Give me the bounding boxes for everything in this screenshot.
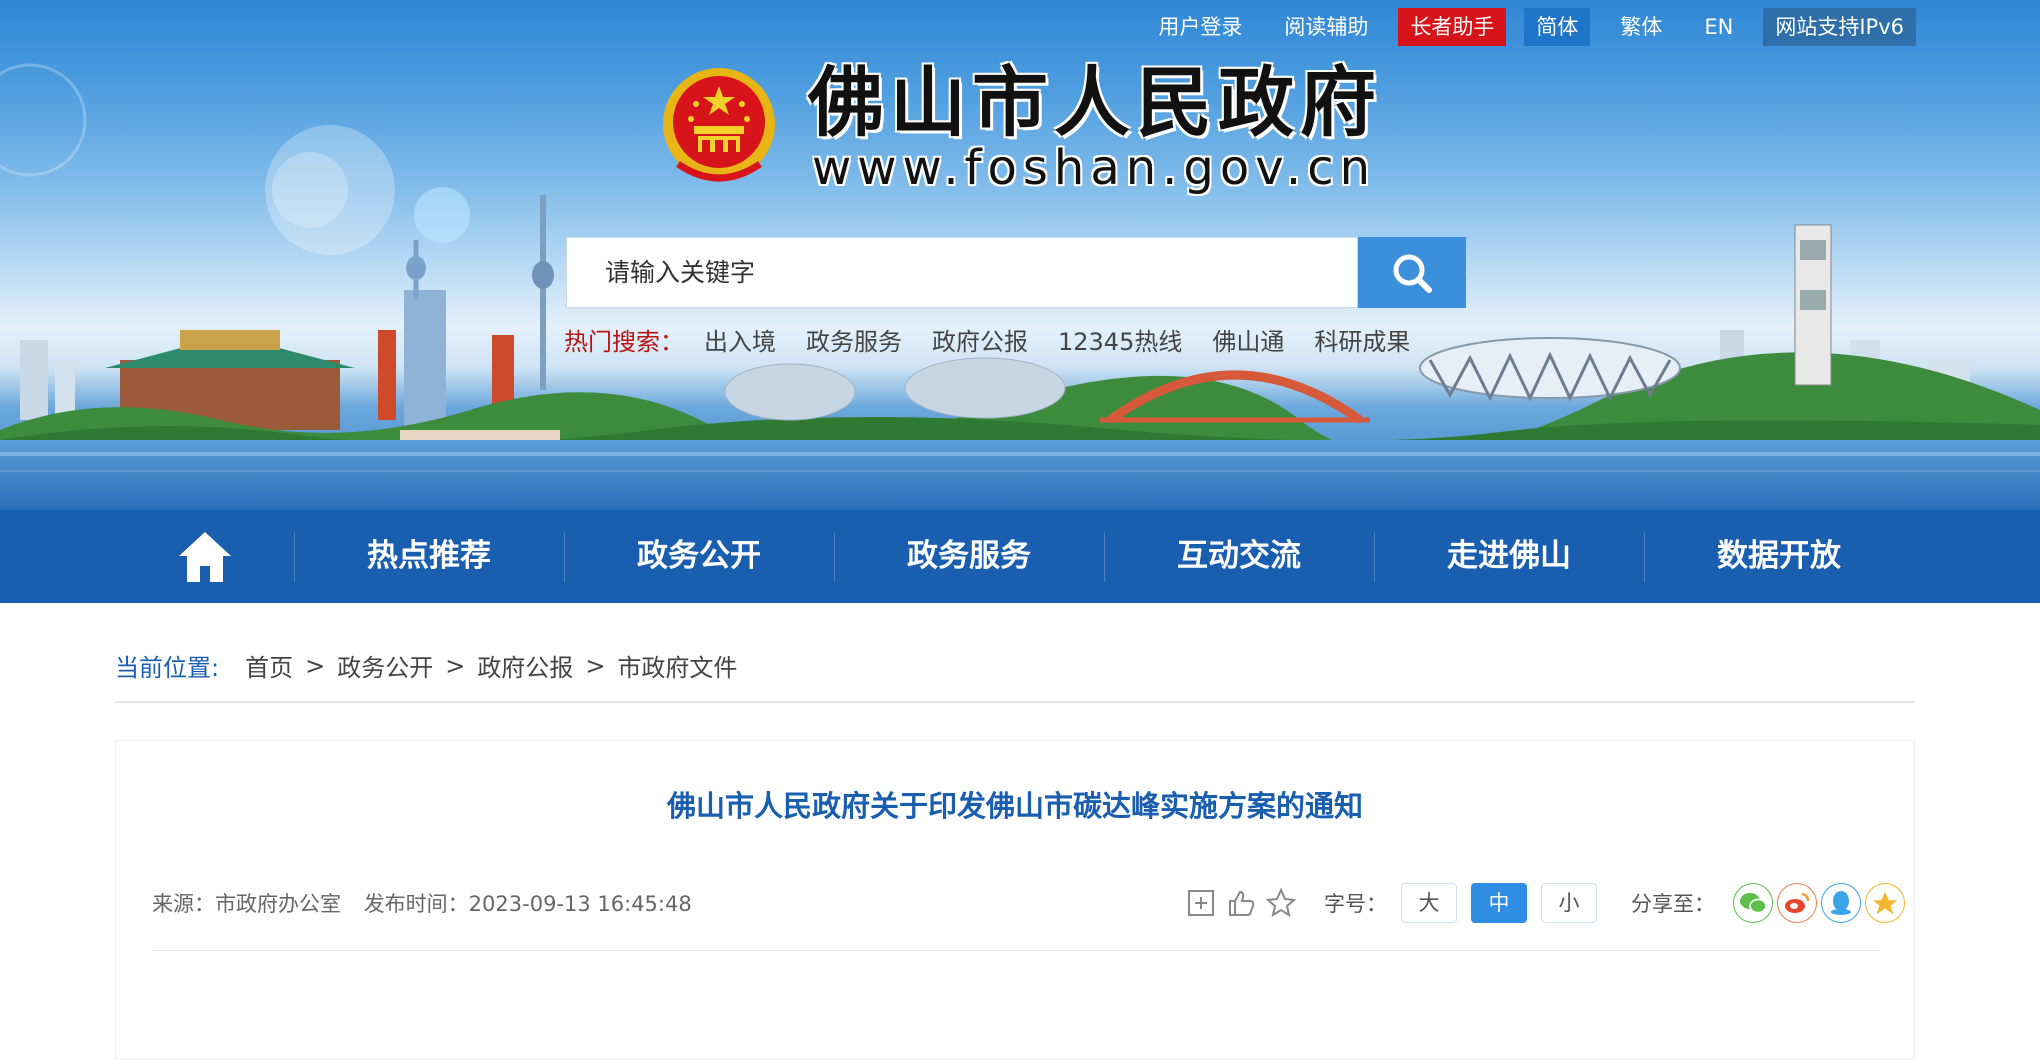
hot-search-item[interactable]: 科研成果 bbox=[1314, 322, 1410, 357]
article-source: 来源：市政府办公室 bbox=[152, 892, 341, 916]
qq-icon bbox=[1831, 891, 1851, 915]
elder-assistant-button[interactable]: 长者助手 bbox=[1398, 8, 1507, 46]
breadcrumb-separator: > bbox=[585, 651, 606, 680]
english-button[interactable]: EN bbox=[1692, 8, 1745, 46]
hot-search-label: 热门搜索： bbox=[564, 328, 684, 356]
article-tools: 字号： 大 中 小 分享至： bbox=[1186, 883, 1909, 923]
hot-search: 热门搜索： 出入境 政务服务 政府公报 12345热线 佛山通 科研成果 bbox=[564, 322, 1440, 357]
nav-item-interaction[interactable]: 互动交流 bbox=[1104, 510, 1374, 603]
breadcrumb: 当前位置: 首页 > 政务公开 > 政府公报 > 市政府文件 bbox=[115, 648, 737, 683]
article-publish-time: 发布时间：2023-09-13 16:45:48 bbox=[363, 892, 692, 916]
login-link[interactable]: 用户登录 bbox=[1146, 8, 1254, 46]
header-banner: 用户登录 阅读辅助 长者助手 简体 繁体 EN 网站支持IPv6 佛山市人民政府… bbox=[0, 0, 2040, 510]
font-size-medium-button[interactable]: 中 bbox=[1471, 883, 1527, 923]
search-button[interactable] bbox=[1358, 237, 1466, 308]
article-meta: 来源：市政府办公室 发布时间：2023-09-13 16:45:48 bbox=[152, 888, 708, 918]
article-panel: 佛山市人民政府关于印发佛山市碳达峰实施方案的通知 来源：市政府办公室 发布时间：… bbox=[115, 740, 1915, 1060]
breadcrumb-separator: > bbox=[445, 651, 466, 680]
home-icon[interactable] bbox=[176, 529, 234, 585]
qzone-icon bbox=[1872, 891, 1898, 915]
search-input[interactable] bbox=[566, 237, 1358, 308]
breadcrumb-divider bbox=[115, 701, 1915, 703]
breadcrumb-item[interactable]: 市政府文件 bbox=[617, 648, 737, 683]
font-size-small-button[interactable]: 小 bbox=[1541, 883, 1597, 923]
share-label: 分享至： bbox=[1631, 892, 1715, 916]
nav-item-hot[interactable]: 热点推荐 bbox=[294, 510, 564, 603]
traditional-chinese-button[interactable]: 繁体 bbox=[1608, 8, 1674, 46]
favorite-star-icon[interactable] bbox=[1266, 888, 1296, 918]
breadcrumb-item[interactable]: 政务公开 bbox=[337, 648, 433, 683]
share-weibo-button[interactable] bbox=[1777, 883, 1817, 923]
share-qzone-button[interactable] bbox=[1865, 883, 1905, 923]
wechat-icon bbox=[1740, 893, 1767, 914]
breadcrumb-separator: > bbox=[305, 651, 326, 680]
article-title: 佛山市人民政府关于印发佛山市碳达峰实施方案的通知 bbox=[666, 789, 1363, 823]
hot-search-item[interactable]: 出入境 bbox=[704, 322, 776, 357]
hot-search-item[interactable]: 佛山通 bbox=[1212, 322, 1284, 357]
weibo-icon bbox=[1785, 892, 1810, 913]
nav-item-gov-affairs[interactable]: 政务公开 bbox=[564, 510, 834, 603]
site-title: 佛山市人民政府 bbox=[808, 58, 1382, 147]
nav-item-about-foshan[interactable]: 走进佛山 bbox=[1374, 510, 1644, 603]
article-divider bbox=[152, 950, 1880, 951]
hot-search-item[interactable]: 12345热线 bbox=[1058, 322, 1182, 357]
like-icon[interactable] bbox=[1226, 888, 1256, 918]
hot-search-item[interactable]: 政务服务 bbox=[806, 322, 902, 357]
breadcrumb-item[interactable]: 首页 bbox=[245, 648, 293, 683]
font-size-label: 字号： bbox=[1324, 892, 1387, 916]
breadcrumb-label: 当前位置: bbox=[115, 654, 220, 682]
national-emblem-icon bbox=[663, 68, 775, 182]
top-links: 用户登录 阅读辅助 长者助手 简体 繁体 EN 网站支持IPv6 bbox=[1146, 8, 1916, 46]
search-icon bbox=[1393, 254, 1432, 293]
nav-item-open-data[interactable]: 数据开放 bbox=[1644, 510, 1914, 603]
share-wechat-button[interactable] bbox=[1733, 883, 1773, 923]
main-nav: 热点推荐 政务公开 政务服务 互动交流 走进佛山 数据开放 bbox=[0, 510, 2040, 603]
share-qq-button[interactable] bbox=[1821, 883, 1861, 923]
hot-search-item[interactable]: 政府公报 bbox=[932, 322, 1028, 357]
search-box bbox=[566, 237, 1466, 308]
nav-item-gov-services[interactable]: 政务服务 bbox=[834, 510, 1104, 603]
breadcrumb-item[interactable]: 政府公报 bbox=[477, 648, 573, 683]
bookmark-add-icon[interactable] bbox=[1186, 888, 1216, 918]
simplified-chinese-button[interactable]: 简体 bbox=[1524, 8, 1591, 46]
reading-aid-link[interactable]: 阅读辅助 bbox=[1272, 8, 1380, 46]
site-url: www.foshan.gov.cn bbox=[812, 140, 1376, 196]
ipv6-badge: 网站支持IPv6 bbox=[1763, 8, 1916, 46]
font-size-large-button[interactable]: 大 bbox=[1401, 883, 1457, 923]
